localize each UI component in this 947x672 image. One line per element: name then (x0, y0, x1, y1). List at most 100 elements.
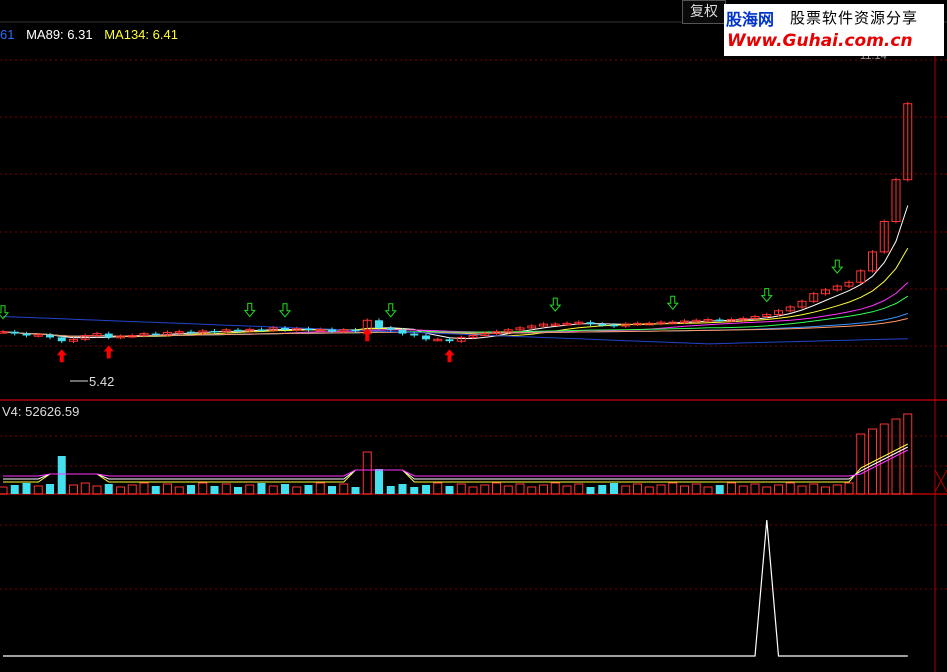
volume-bar (328, 486, 336, 494)
volume-bar (0, 486, 8, 495)
volume-bar (163, 483, 172, 495)
candle-body (151, 333, 160, 336)
volume-bar (727, 482, 736, 495)
volume-bar (174, 486, 184, 495)
candle-body (304, 328, 313, 331)
sell-signal-arrow (831, 259, 844, 274)
volume-bar (257, 483, 266, 494)
ma-line (2, 247, 909, 338)
volume-bar (151, 486, 160, 494)
volume-bar (304, 485, 313, 494)
candle-body (234, 329, 242, 332)
volume-bar (785, 482, 795, 495)
volume-bar (116, 486, 125, 495)
volume-bar (445, 486, 454, 494)
ma89-header: MA89: 6.31 (26, 27, 93, 42)
candle-body (598, 324, 607, 326)
volume-bar (386, 486, 395, 494)
volume-bar (127, 484, 137, 495)
volume-bar (621, 485, 631, 495)
fuquan-button[interactable]: 复权 (682, 0, 726, 24)
volume-bar (433, 482, 443, 495)
sell-signal-arrow (243, 302, 256, 318)
volume-bar (410, 487, 419, 494)
buy-signal-arrow (103, 345, 114, 359)
volume-bar (315, 482, 325, 495)
volume-bar (33, 485, 43, 495)
candle-body (610, 324, 618, 327)
volume-bar (832, 484, 842, 495)
volume-bar (527, 486, 537, 495)
candle-body (586, 322, 595, 325)
volume-bar (821, 486, 830, 495)
volume-bar (10, 485, 19, 494)
volume-bar (351, 487, 360, 494)
volume-bar (492, 482, 501, 495)
watermark-brand: 股海网 (726, 10, 775, 29)
watermark-slogan: 股票软件资源分享 (790, 9, 919, 27)
sell-signal-arrow (666, 295, 679, 310)
volume-bar (245, 484, 255, 495)
volume-bar (57, 456, 66, 494)
low-price-label: 5.42 (89, 374, 115, 389)
volume-bar (574, 483, 584, 495)
ma134-header: MA134: 6.41 (104, 27, 178, 42)
sell-signal-arrow (549, 297, 562, 312)
volume-bar (610, 483, 618, 494)
candle-body (10, 331, 19, 334)
candle-body (422, 335, 430, 340)
volume-bar (80, 482, 90, 495)
candle-body (210, 330, 219, 333)
volume-bar (456, 483, 466, 495)
guhai-watermark: 股海网 股票软件资源分享 Www.Guhai.com.cn (724, 4, 944, 56)
sell-signal-arrow (760, 288, 773, 303)
volume-bar (503, 485, 513, 495)
sell-signal-arrow (278, 303, 292, 318)
volume-bar (809, 483, 819, 495)
volume-bar (92, 485, 102, 495)
volume-bar (844, 482, 854, 495)
volume-bar (198, 482, 208, 495)
volume-bar (680, 485, 689, 495)
buy-signal-arrow (56, 349, 67, 363)
volume-bar (797, 485, 807, 495)
volume-bar (750, 483, 760, 495)
indicator-line (3, 519, 908, 657)
stock-chart (0, 21, 947, 672)
volume-bar (762, 486, 772, 495)
volume-bar (375, 469, 383, 494)
ma-line (2, 316, 908, 345)
volume-bar (468, 486, 478, 495)
candle-body (351, 329, 360, 332)
volume-ma-line (3, 446, 909, 480)
candle-body (22, 333, 31, 336)
volume-bar (774, 484, 783, 495)
sell-signal-arrow (384, 303, 397, 318)
volume-bar (644, 486, 654, 495)
buy-signal-arrow (444, 349, 455, 363)
volume-bar (104, 484, 113, 494)
volume-bar (210, 486, 219, 494)
candle-body (398, 329, 407, 334)
volume-bar (586, 487, 595, 494)
ma-header-partial: 61 (0, 27, 15, 42)
watermark-url: Www.Guhai.com.cn (727, 31, 913, 51)
volume-bar (46, 484, 54, 494)
volume-ma-line (3, 449, 909, 477)
volume-bar (598, 485, 607, 494)
candle-body (445, 339, 454, 342)
volume-bar (539, 484, 548, 495)
volume-bar (22, 483, 31, 494)
ma-line (2, 295, 909, 337)
volume-bar (339, 483, 349, 495)
volume-bar (668, 482, 678, 495)
volume-bar (221, 483, 231, 495)
volume-bar (562, 485, 572, 495)
volume-bar (281, 484, 289, 494)
candle-body (375, 320, 383, 328)
volume-bar (139, 482, 149, 495)
volume-bar (903, 413, 913, 495)
volume-bar (69, 484, 78, 495)
volume-bar (738, 485, 748, 495)
volume-bar (268, 485, 278, 495)
